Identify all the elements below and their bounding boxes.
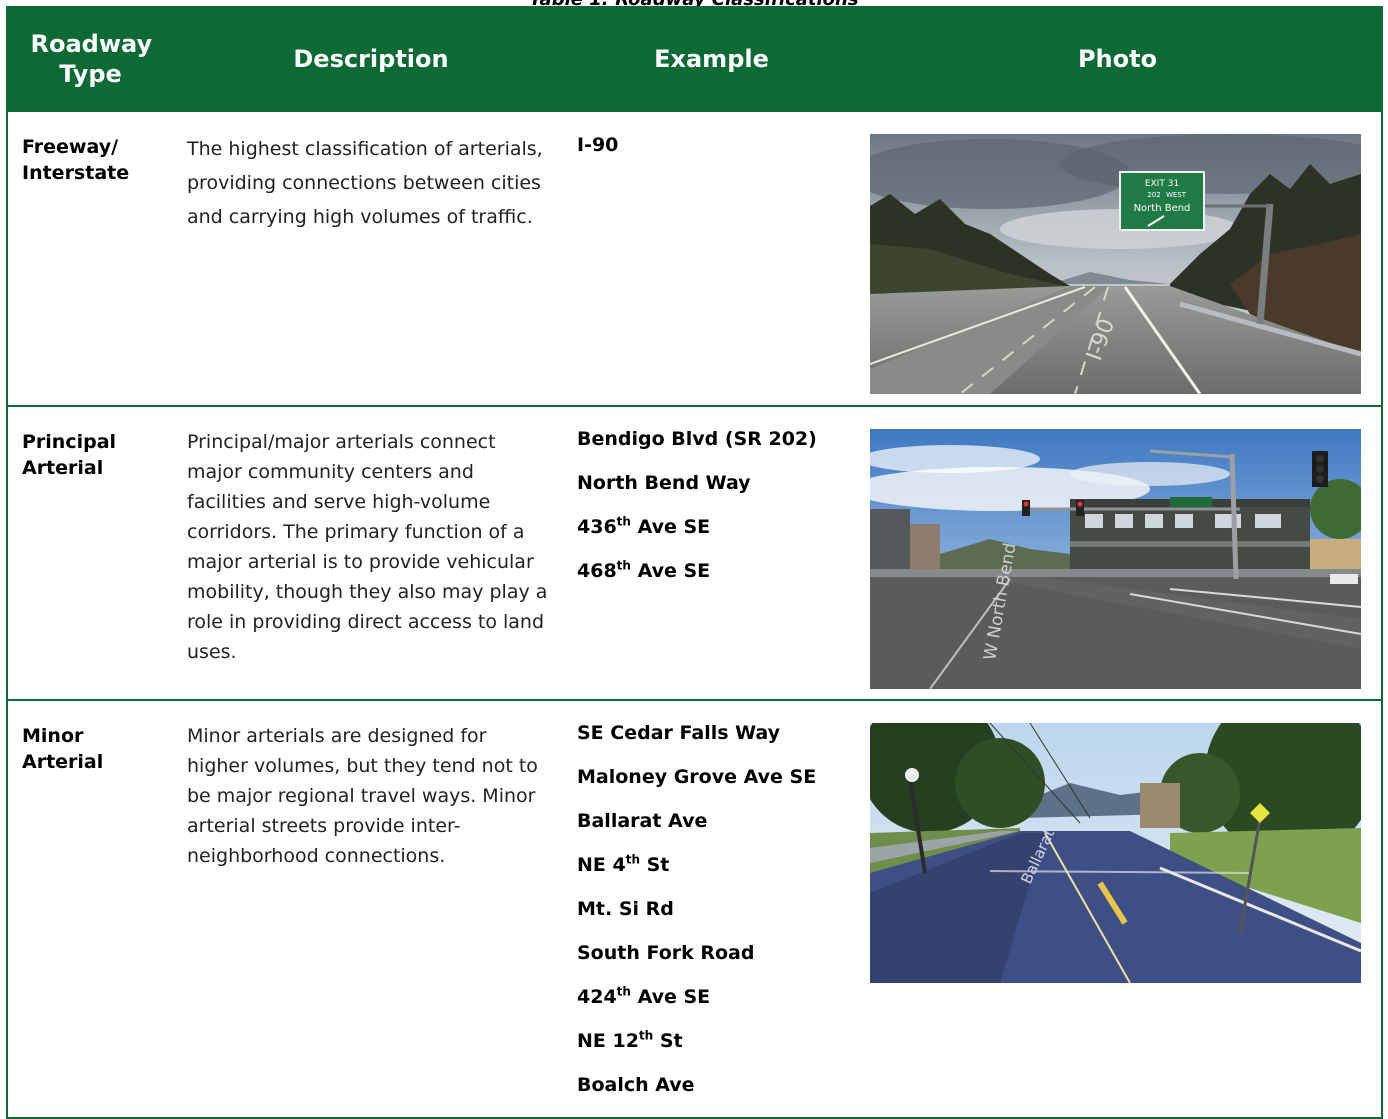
example-item: NE 12th St xyxy=(577,1028,683,1052)
header-photo: Photo xyxy=(854,6,1383,112)
roadway-type-cell: Freeway/ Interstate xyxy=(6,112,173,407)
roadway-type-cell: Minor Arterial xyxy=(6,700,173,1119)
minor-arterial-photo: Ballarat xyxy=(870,723,1361,983)
example-item: North Bend Way xyxy=(577,472,751,494)
roadway-classification-table: Roadway Type Description Example Photo F… xyxy=(6,6,1383,1119)
roadway-type-line: Arterial xyxy=(22,751,104,773)
table-row: Minor Arterial Minor arterials are desig… xyxy=(6,700,1383,1119)
description-cell: Minor arterials are designed for higher … xyxy=(173,700,569,1119)
example-item: NE 4th St xyxy=(577,852,670,876)
example-item: Boalch Ave xyxy=(577,1074,695,1096)
photo-cell: Ballarat xyxy=(854,700,1383,1119)
example-cell: Bendigo Blvd (SR 202) North Bend Way 436… xyxy=(569,406,854,701)
example-item: Mt. Si Rd xyxy=(577,898,674,920)
sign-exit-text: EXIT 31 xyxy=(1145,179,1179,189)
example-item: Maloney Grove Ave SE xyxy=(577,766,817,788)
example-item: 436th Ave SE xyxy=(577,514,711,538)
table-row: Freeway/ Interstate The highest classifi… xyxy=(6,112,1383,407)
example-item: I-90 xyxy=(577,134,619,156)
description-cell: The highest classification of arterials,… xyxy=(173,112,569,407)
photo-cell: EXIT 31 202 WEST North Bend I-90 xyxy=(854,112,1383,407)
roadway-type-line: Arterial xyxy=(22,457,104,479)
example-item: Ballarat Ave xyxy=(577,810,708,832)
sign-route-text: 202 xyxy=(1147,191,1160,199)
header-roadway-type: Roadway Type xyxy=(6,6,173,112)
example-item: Bendigo Blvd (SR 202) xyxy=(577,428,817,450)
example-item: 468th Ave SE xyxy=(577,558,711,582)
header-description: Description xyxy=(173,6,569,112)
roadway-type-line: Principal xyxy=(22,431,117,453)
roadway-type-line: Interstate xyxy=(22,162,130,184)
roadway-type-line: Freeway/ xyxy=(22,136,119,158)
roadway-type-cell: Principal Arterial xyxy=(6,406,173,701)
example-item: South Fork Road xyxy=(577,942,755,964)
sign-direction-text: WEST xyxy=(1166,191,1187,199)
sign-place-text: North Bend xyxy=(1134,203,1191,214)
example-item: SE Cedar Falls Way xyxy=(577,722,781,744)
description-cell: Principal/major arterials connect major … xyxy=(173,406,569,701)
example-cell: SE Cedar Falls Way Maloney Grove Ave SE … xyxy=(569,700,854,1119)
example-cell: I-90 xyxy=(569,112,854,407)
table-header-row: Roadway Type Description Example Photo xyxy=(6,6,1383,112)
header-example: Example xyxy=(569,6,854,112)
freeway-photo: EXIT 31 202 WEST North Bend I-90 xyxy=(870,134,1361,394)
table-row: Principal Arterial Principal/major arter… xyxy=(6,406,1383,701)
photo-cell: W North Bend xyxy=(854,406,1383,701)
example-item: 424th Ave SE xyxy=(577,984,711,1008)
principal-arterial-photo: W North Bend xyxy=(870,429,1361,689)
roadway-type-line: Minor xyxy=(22,725,84,747)
